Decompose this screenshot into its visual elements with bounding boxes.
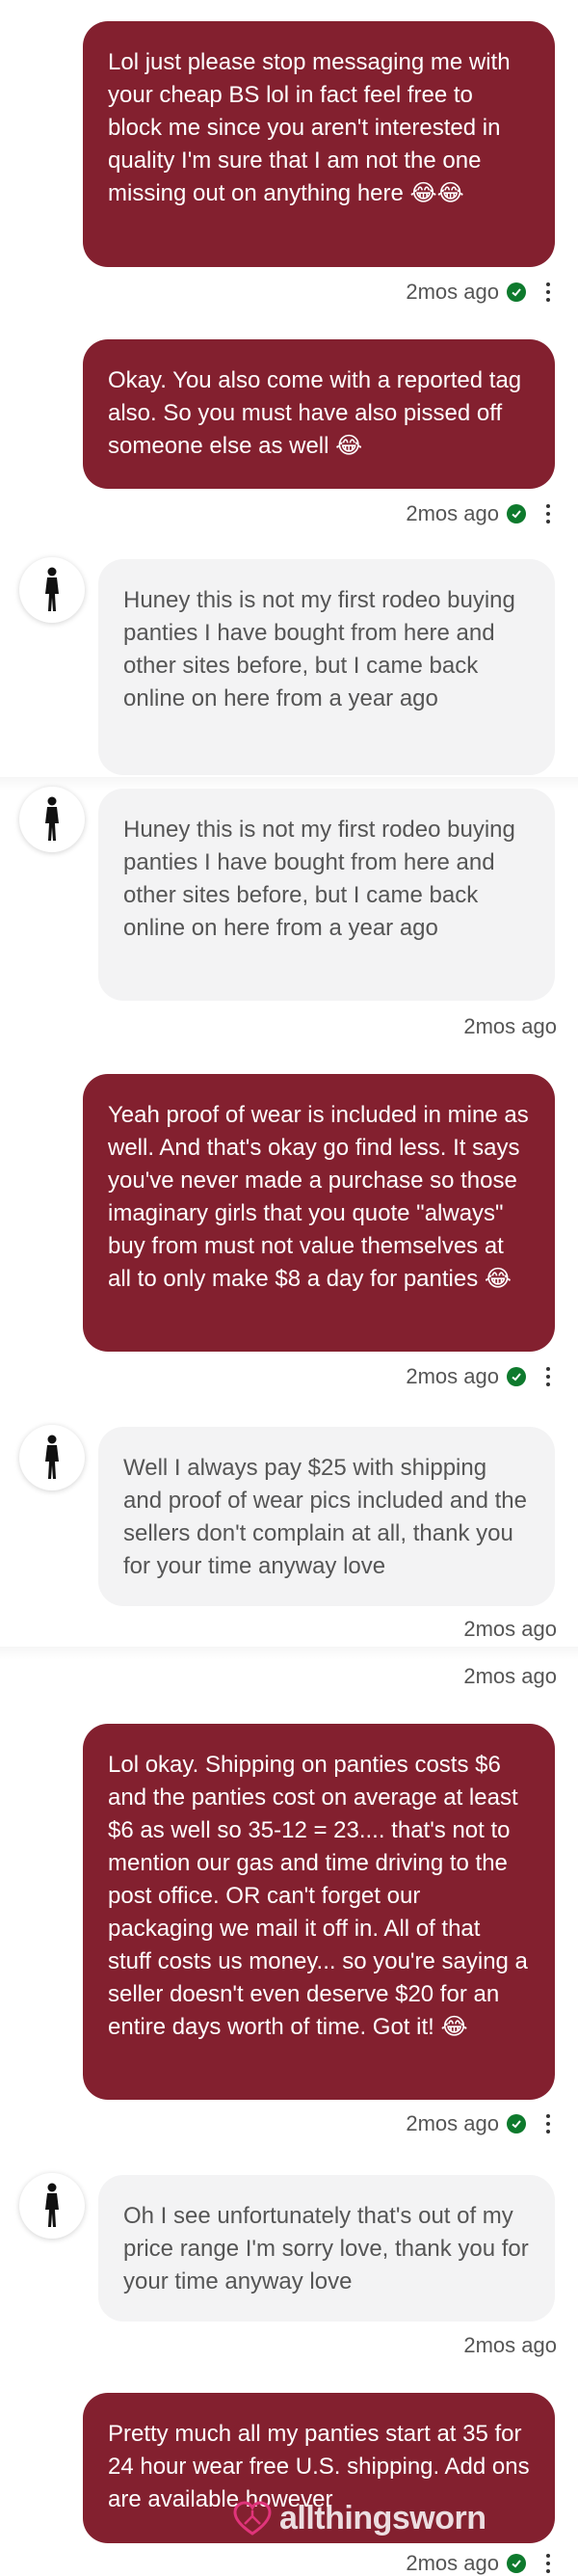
read-check-icon bbox=[507, 282, 526, 302]
message-meta: 2mos ago bbox=[463, 1012, 557, 1041]
sent-message: Okay. You also come with a reported tag … bbox=[83, 339, 555, 489]
more-options-icon[interactable] bbox=[539, 1364, 557, 1389]
more-options-icon[interactable] bbox=[539, 2551, 557, 2576]
message-time: 2mos ago bbox=[406, 2551, 499, 2575]
message-time: 2mos ago bbox=[406, 1364, 499, 1388]
female-figure-icon bbox=[45, 1435, 59, 1479]
message-time: 2mos ago bbox=[463, 1014, 557, 1038]
female-figure-icon bbox=[45, 796, 59, 841]
read-check-icon bbox=[507, 2554, 526, 2573]
heart-hanger-logo-icon bbox=[233, 2501, 272, 2536]
message-meta: 2mos ago bbox=[406, 1362, 557, 1391]
message-time: 2mos ago bbox=[406, 2111, 499, 2135]
read-check-icon bbox=[507, 504, 526, 523]
sent-message: Lol just please stop messaging me with y… bbox=[83, 21, 555, 267]
more-options-icon[interactable] bbox=[539, 2111, 557, 2136]
message-meta: 2mos ago bbox=[406, 2109, 557, 2138]
message-meta: 2mos ago bbox=[463, 2331, 557, 2360]
message-time: 2mos ago bbox=[406, 280, 499, 304]
message-time: 2mos ago bbox=[463, 2333, 557, 2357]
more-options-icon[interactable] bbox=[539, 280, 557, 305]
watermark-text: allthingsworn bbox=[279, 2499, 486, 2536]
sent-message: Lol okay. Shipping on panties costs $6 a… bbox=[83, 1724, 555, 2100]
read-check-icon bbox=[507, 1367, 526, 1386]
read-check-icon bbox=[507, 2114, 526, 2133]
buyer-avatar[interactable] bbox=[19, 1425, 85, 1490]
received-message: Oh I see unfortunately that's out of my … bbox=[98, 2175, 555, 2321]
buyer-avatar[interactable] bbox=[19, 2173, 85, 2239]
female-figure-icon bbox=[45, 567, 59, 611]
message-time: 2mos ago bbox=[406, 501, 499, 525]
received-message: Well I always pay $25 with shipping and … bbox=[98, 1427, 555, 1606]
received-message: Huney this is not my first rodeo buying … bbox=[98, 559, 555, 775]
buyer-avatar[interactable] bbox=[19, 787, 85, 852]
message-time: 2mos ago bbox=[463, 1664, 557, 1688]
more-options-icon[interactable] bbox=[539, 501, 557, 526]
site-watermark: allthingsworn bbox=[231, 2497, 486, 2539]
message-meta: 2mos ago bbox=[463, 1615, 557, 1644]
screenshot-seam bbox=[0, 1647, 578, 1660]
message-meta: 2mos ago bbox=[406, 2549, 557, 2576]
message-meta: 2mos ago bbox=[406, 499, 557, 528]
received-message: Huney this is not my first rodeo buying … bbox=[98, 789, 555, 1001]
message-time: 2mos ago bbox=[463, 1617, 557, 1641]
message-meta: 2mos ago bbox=[463, 1662, 557, 1691]
message-meta: 2mos ago bbox=[406, 278, 557, 307]
message-thread: Lol just please stop messaging me with y… bbox=[0, 0, 578, 2576]
female-figure-icon bbox=[45, 2183, 59, 2227]
sent-message: Yeah proof of wear is included in mine a… bbox=[83, 1074, 555, 1352]
buyer-avatar[interactable] bbox=[19, 557, 85, 623]
